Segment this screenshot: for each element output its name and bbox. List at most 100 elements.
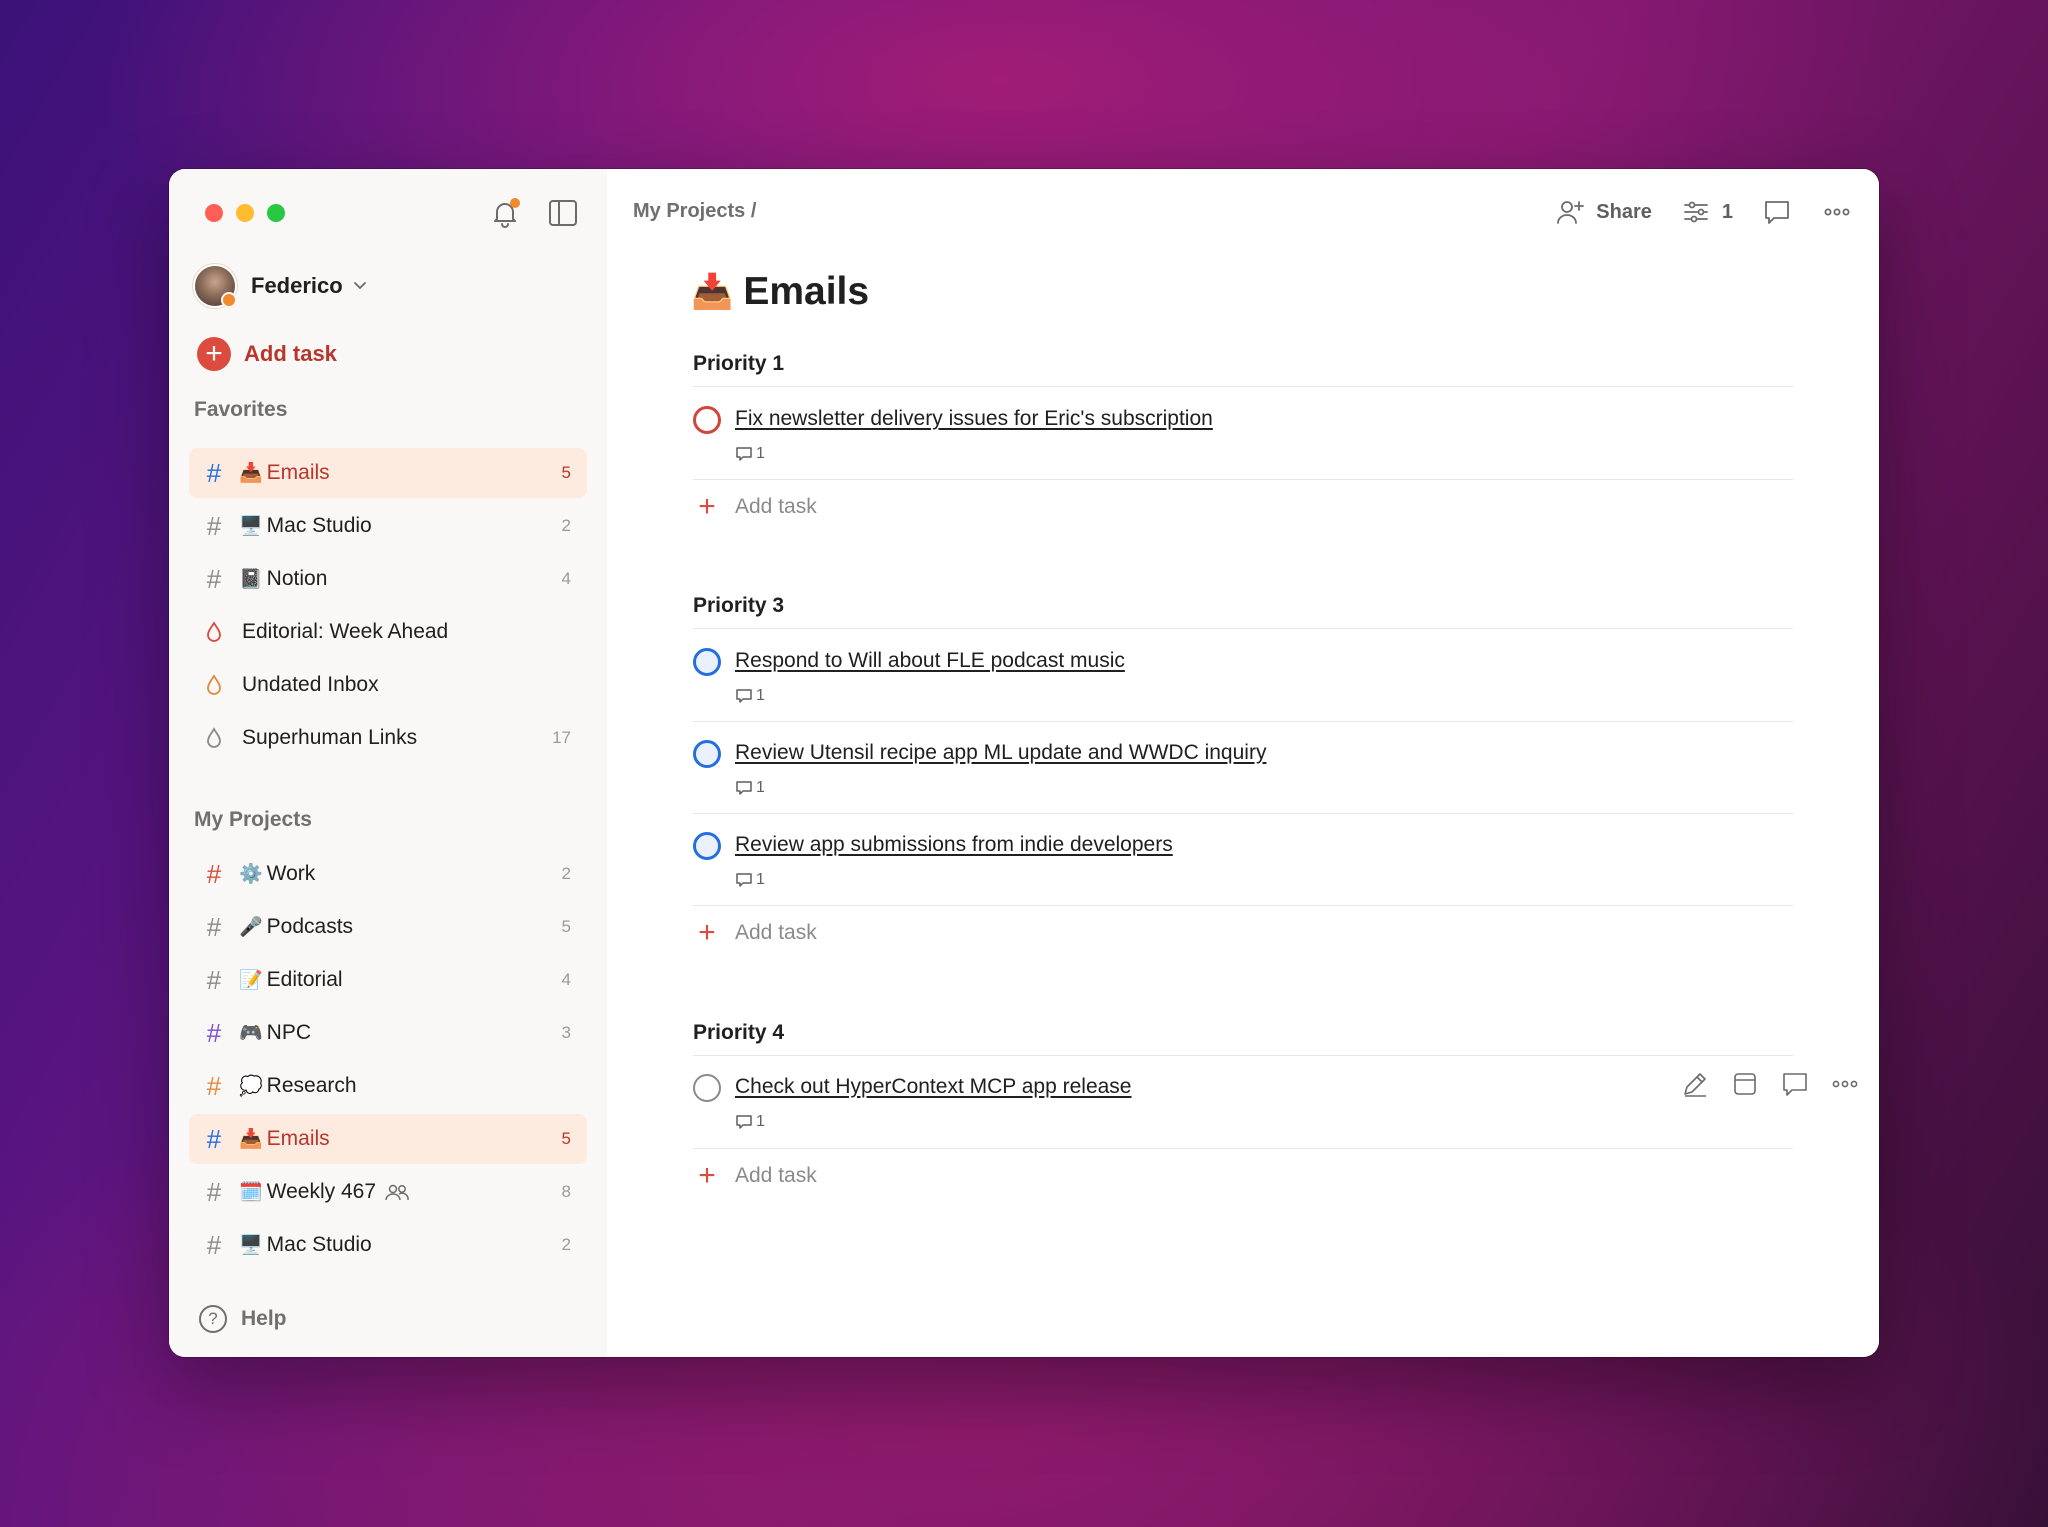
- comment-icon: [736, 447, 752, 461]
- favorite-item-mac-studio[interactable]: # 🖥️ Mac Studio 2: [189, 501, 587, 551]
- hash-icon: #: [206, 457, 222, 488]
- microphone-emoji-icon: 🎤: [239, 917, 263, 938]
- minimize-window-button[interactable]: [236, 204, 254, 222]
- task-checkbox[interactable]: [693, 406, 721, 434]
- filter-drop-icon: [200, 621, 228, 643]
- task-checkbox[interactable]: [693, 832, 721, 860]
- toggle-sidebar-icon[interactable]: [546, 196, 580, 230]
- comment-icon: [736, 781, 752, 795]
- view-count: 1: [1721, 200, 1733, 223]
- add-task-button[interactable]: + Add task: [693, 490, 817, 523]
- add-task-label: Add task: [735, 495, 817, 518]
- favorite-item-label: Superhuman Links: [242, 726, 418, 749]
- task-more-ellipsis-icon[interactable]: [1829, 1068, 1861, 1100]
- task-title[interactable]: Fix newsletter delivery issues for Eric'…: [735, 407, 1213, 431]
- favorites-header[interactable]: Favorites: [194, 398, 287, 422]
- task-count: 3: [561, 1023, 571, 1042]
- user-menu[interactable]: Federico: [195, 264, 367, 308]
- share-label: Share: [1596, 200, 1652, 223]
- section-title-priority-1[interactable]: Priority 1: [693, 352, 784, 376]
- notifications-bell-icon[interactable]: [488, 196, 522, 230]
- share-button[interactable]: Share: [1554, 196, 1652, 228]
- user-name: Federico: [251, 273, 343, 298]
- project-item-label: Emails: [266, 1127, 330, 1150]
- task-title[interactable]: Review Utensil recipe app ML update and …: [735, 741, 1266, 765]
- task-title[interactable]: Respond to Will about FLE podcast music: [735, 649, 1125, 673]
- avatar: [195, 266, 237, 308]
- comment-count-value: 1: [756, 445, 765, 462]
- comment-count: 1: [735, 687, 765, 705]
- plus-icon: +: [698, 490, 716, 523]
- add-person-icon: [1557, 201, 1585, 224]
- hash-icon: #: [206, 1070, 222, 1101]
- project-item-weekly-467[interactable]: # 🗓️ Weekly 467 8: [189, 1167, 587, 1217]
- add-task-button[interactable]: + Add task: [693, 918, 816, 948]
- hash-icon: #: [206, 1176, 222, 1207]
- task-title[interactable]: Check out HyperContext MCP app release: [735, 1075, 1131, 1099]
- favorite-item-editorial-week-ahead[interactable]: Editorial: Week Ahead: [189, 607, 587, 657]
- project-item-label: Editorial: [266, 968, 343, 991]
- add-task-button[interactable]: + Add task: [693, 1159, 817, 1192]
- comment-count: 1: [735, 871, 765, 889]
- add-task-label: Add task: [735, 1164, 817, 1187]
- favorite-item-label: Mac Studio: [266, 514, 372, 537]
- edit-pencil-icon[interactable]: [1679, 1068, 1711, 1100]
- project-item-label: Mac Studio: [266, 1233, 372, 1256]
- favorite-item-superhuman-links[interactable]: Superhuman Links 17: [189, 713, 587, 763]
- due-date-calendar-icon[interactable]: [1729, 1068, 1761, 1100]
- task-comment-icon[interactable]: [1779, 1068, 1811, 1100]
- task-count: 5: [561, 917, 571, 936]
- task-title[interactable]: Review app submissions from indie develo…: [735, 833, 1173, 857]
- project-item-npc[interactable]: # 🎮 NPC 3: [189, 1008, 587, 1058]
- toolbar: Share 1: [1526, 195, 1853, 229]
- favorite-item-notion[interactable]: # 📓 Notion 4: [189, 554, 587, 604]
- sidebar-add-task-button[interactable]: + Add task: [197, 337, 337, 371]
- zoom-window-button[interactable]: [267, 204, 285, 222]
- comment-icon: [736, 689, 752, 703]
- close-window-button[interactable]: [205, 204, 223, 222]
- project-item-mac-studio[interactable]: # 🖥️ Mac Studio 2: [189, 1220, 587, 1270]
- project-item-label: Research: [266, 1074, 357, 1097]
- project-title[interactable]: Emails: [743, 270, 869, 314]
- task-count: 17: [552, 728, 571, 747]
- inbox-tray-emoji-icon: 📥: [239, 463, 263, 484]
- game-controller-emoji-icon: 🎮: [239, 1023, 263, 1044]
- project-item-work[interactable]: # ⚙️ Work 2: [189, 849, 587, 899]
- favorite-item-undated-inbox[interactable]: Undated Inbox: [189, 660, 587, 710]
- help-button[interactable]: ? Help: [199, 1305, 287, 1333]
- my-projects-header[interactable]: My Projects: [194, 808, 312, 832]
- project-item-emails[interactable]: # 📥 Emails 5: [189, 1114, 587, 1164]
- view-options-button[interactable]: 1: [1680, 196, 1733, 228]
- breadcrumb[interactable]: My Projects /: [633, 200, 756, 223]
- task-count: 8: [561, 1182, 571, 1201]
- task-checkbox[interactable]: [693, 740, 721, 768]
- project-item-editorial[interactable]: # 📝 Editorial 4: [189, 955, 587, 1005]
- task-checkbox[interactable]: [693, 1074, 721, 1102]
- project-item-label: Podcasts: [266, 915, 354, 938]
- task-checkbox[interactable]: [693, 648, 721, 676]
- task-divider: [693, 479, 1793, 480]
- section-divider: [693, 386, 1793, 387]
- comment-count: 1: [735, 1113, 765, 1131]
- notebook-emoji-icon: 📓: [239, 569, 263, 590]
- favorite-item-emails[interactable]: # 📥 Emails 5: [189, 448, 587, 498]
- task-count: 2: [561, 1235, 571, 1254]
- hash-icon: #: [206, 911, 222, 942]
- task-count: 5: [561, 463, 571, 482]
- task-count: 2: [561, 516, 571, 535]
- project-item-research[interactable]: # 💭 Research: [189, 1061, 587, 1111]
- project-item-podcasts[interactable]: # 🎤 Podcasts 5: [189, 902, 587, 952]
- section-title-priority-3[interactable]: Priority 3: [693, 594, 784, 618]
- task-count: 4: [561, 569, 571, 588]
- inbox-tray-emoji-icon: 📥: [691, 273, 734, 311]
- section-title-priority-4[interactable]: Priority 4: [693, 1021, 784, 1045]
- calendar-emoji-icon: 🗓️: [239, 1182, 263, 1203]
- more-options-button[interactable]: [1821, 196, 1853, 228]
- comments-button[interactable]: [1761, 196, 1793, 228]
- task-divider: [693, 905, 1793, 906]
- favorite-item-label: Editorial: Week Ahead: [242, 620, 449, 643]
- plus-icon: +: [698, 1159, 716, 1192]
- filter-drop-icon: [200, 727, 228, 749]
- desktop-emoji-icon: 🖥️: [239, 1235, 263, 1256]
- hash-icon: #: [206, 563, 222, 594]
